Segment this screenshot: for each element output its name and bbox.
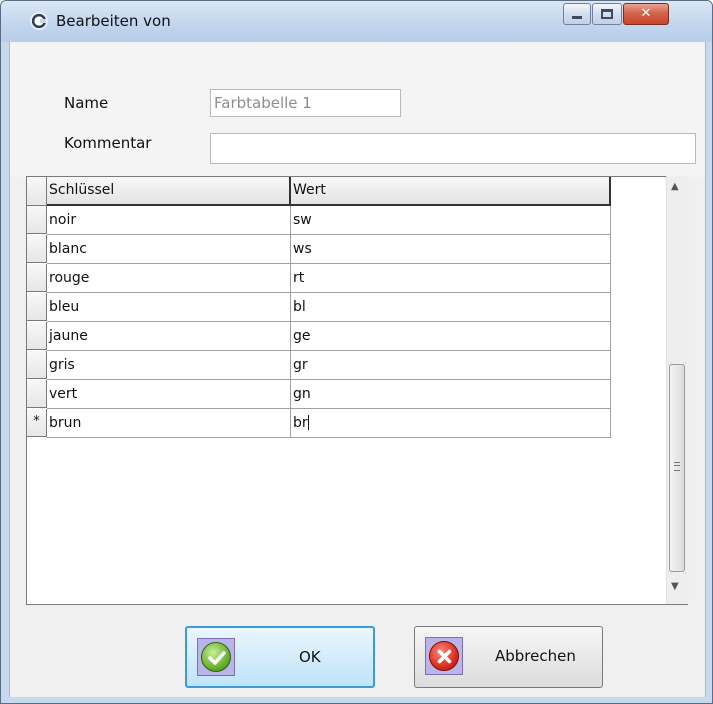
cell-key[interactable]: brun <box>47 409 291 438</box>
cell-key[interactable]: vert <box>47 380 291 409</box>
cell-key[interactable]: gris <box>47 351 291 380</box>
name-field[interactable] <box>210 89 401 117</box>
cell-value-editing[interactable]: br <box>291 409 611 438</box>
minimize-button[interactable] <box>563 3 591 25</box>
cell-key[interactable]: jaune <box>47 322 291 351</box>
checkmark-icon <box>197 638 235 676</box>
cell-key[interactable]: blanc <box>47 235 291 264</box>
grid-corner[interactable] <box>27 177 47 206</box>
cross-icon <box>425 637 463 675</box>
close-icon: ✕ <box>640 6 652 21</box>
comment-label: Kommentar <box>64 134 152 152</box>
row-header[interactable] <box>27 206 47 234</box>
cell-value[interactable]: gn <box>291 380 611 409</box>
cell-value[interactable]: ws <box>291 235 611 264</box>
cell-value[interactable]: bl <box>291 293 611 322</box>
column-header-key[interactable]: Schlüssel <box>47 177 291 206</box>
row-header[interactable] <box>27 293 47 321</box>
new-row-marker[interactable]: * <box>27 409 47 437</box>
cell-value[interactable]: sw <box>291 206 611 235</box>
title-bar[interactable]: Bearbeiten von ✕ <box>1 1 712 42</box>
comment-field[interactable] <box>210 133 696 164</box>
edit-dialog-window: Bearbeiten von ✕ Name Kommentar Schlüsse… <box>0 0 713 704</box>
column-header-value[interactable]: Wert <box>291 177 611 206</box>
maximize-icon <box>601 9 613 19</box>
ok-button-label: OK <box>299 648 321 666</box>
name-label: Name <box>64 94 109 112</box>
cancel-button[interactable]: Abbrechen <box>414 626 603 688</box>
dialog-content: Name Kommentar Schlüssel Wert noir sw bl… <box>9 42 706 697</box>
row-header[interactable] <box>27 380 47 408</box>
row-header[interactable] <box>27 322 47 350</box>
cell-value-text: br <box>293 415 308 431</box>
cell-key[interactable]: noir <box>47 206 291 235</box>
close-button[interactable]: ✕ <box>623 3 669 25</box>
cell-value[interactable]: rt <box>291 264 611 293</box>
row-header[interactable] <box>27 235 47 263</box>
scrollbar-thumb[interactable] <box>669 364 685 572</box>
form-panel: Name Kommentar <box>10 42 705 177</box>
text-caret <box>307 415 309 430</box>
row-header[interactable] <box>27 351 47 379</box>
data-grid[interactable]: Schlüssel Wert noir sw blanc ws rouge rt… <box>26 176 683 605</box>
scroll-down-arrow-icon[interactable]: ▼ <box>671 581 679 592</box>
cell-key[interactable]: rouge <box>47 264 291 293</box>
row-header[interactable] <box>27 264 47 292</box>
window-title: Bearbeiten von <box>56 12 171 30</box>
vertical-scrollbar[interactable]: ▲ ▼ <box>666 176 689 604</box>
app-logo-icon <box>30 12 48 30</box>
maximize-button[interactable] <box>592 3 622 25</box>
minimize-icon <box>572 16 582 19</box>
grip-icon <box>674 462 680 471</box>
ok-button[interactable]: OK <box>185 626 375 688</box>
cancel-button-label: Abbrechen <box>495 647 576 665</box>
scroll-up-arrow-icon[interactable]: ▲ <box>671 181 679 192</box>
cell-value[interactable]: ge <box>291 322 611 351</box>
cell-key[interactable]: bleu <box>47 293 291 322</box>
cell-value[interactable]: gr <box>291 351 611 380</box>
